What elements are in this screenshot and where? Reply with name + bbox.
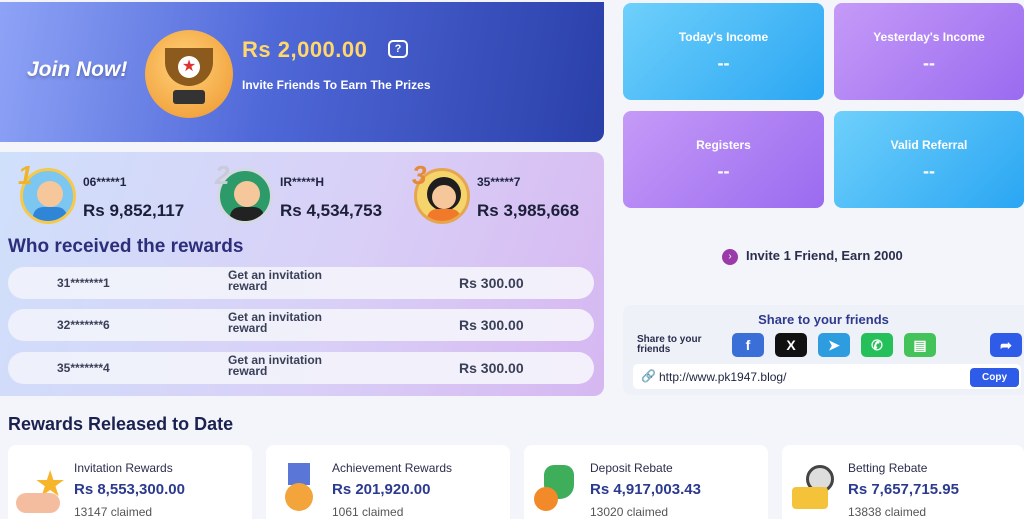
money-bag-icon bbox=[530, 463, 584, 519]
reward-card-claimed: 13020 claimed bbox=[590, 505, 669, 519]
rank-badge: 3 bbox=[412, 160, 427, 190]
leader-name: IR*****H bbox=[280, 175, 325, 189]
stat-card-registers: Registers -- bbox=[623, 111, 824, 208]
reward-card-claimed: 13147 claimed bbox=[74, 505, 153, 519]
reward-desc: Get an invitation reward bbox=[228, 310, 323, 335]
share-title: Share to your friends bbox=[758, 312, 889, 327]
trophy-icon: ★ bbox=[145, 30, 233, 118]
telegram-icon[interactable]: ➤ bbox=[818, 333, 850, 357]
stat-value: -- bbox=[717, 161, 730, 181]
rewards-released-title: Rewards Released to Date bbox=[8, 414, 234, 434]
reward-card-invitation: ★ Invitation Rewards Rs 8,553,300.00 131… bbox=[8, 445, 252, 519]
list-item: 35*******4 Get an invitation reward Rs 3… bbox=[8, 352, 594, 384]
leader-name: 35*****7 bbox=[477, 175, 521, 189]
stat-label: Valid Referral bbox=[890, 138, 968, 152]
reward-amount: Rs 300.00 bbox=[459, 360, 524, 376]
stat-label: Today's Income bbox=[678, 30, 769, 44]
star-hand-icon: ★ bbox=[14, 463, 68, 519]
reward-card-title: Betting Rebate bbox=[848, 461, 928, 475]
reward-card-title: Achievement Rewards bbox=[332, 461, 453, 475]
reward-card-achievement: Achievement Rewards Rs 201,920.00 1061 c… bbox=[266, 445, 510, 519]
medal-icon bbox=[272, 463, 326, 519]
stat-value: -- bbox=[923, 53, 935, 73]
sms-icon[interactable]: ▤ bbox=[904, 333, 936, 357]
x-icon[interactable]: X bbox=[775, 333, 807, 357]
share-label: Share to your friends bbox=[637, 334, 702, 355]
reward-card-amount: Rs 4,917,003.43 bbox=[590, 481, 701, 498]
rank-badge: 1 bbox=[18, 160, 33, 190]
reward-card-amount: Rs 201,920.00 bbox=[332, 481, 431, 498]
reward-desc: Get an invitation reward bbox=[228, 353, 323, 378]
share-icon[interactable]: ➦ bbox=[990, 333, 1022, 357]
reward-card-claimed: 13838 claimed bbox=[848, 505, 927, 519]
stat-label: Registers bbox=[696, 138, 751, 152]
who-received-title: Who received the rewards bbox=[8, 236, 244, 257]
reward-card-title: Invitation Rewards bbox=[74, 461, 173, 475]
copy-button[interactable]: Copy bbox=[970, 368, 1019, 387]
reward-user: 35*******4 bbox=[57, 361, 110, 375]
reward-user: 32*******6 bbox=[57, 318, 110, 332]
reward-card-deposit: Deposit Rebate Rs 4,917,003.43 13020 cla… bbox=[524, 445, 768, 519]
star-icon: ★ bbox=[178, 56, 200, 78]
reward-card-betting: Betting Rebate Rs 7,657,715.95 13838 cla… bbox=[782, 445, 1024, 519]
leader-name: 06*****1 bbox=[83, 175, 127, 189]
leader-amount: Rs 9,852,117 bbox=[83, 201, 185, 220]
reward-card-claimed: 1061 claimed bbox=[332, 505, 404, 519]
reward-card-amount: Rs 7,657,715.95 bbox=[848, 481, 959, 498]
stat-value: -- bbox=[717, 53, 730, 73]
reward-desc: Get an invitation reward bbox=[228, 268, 323, 293]
stat-label: Yesterday's Income bbox=[873, 30, 985, 44]
leader-amount: Rs 4,534,753 bbox=[280, 201, 383, 220]
link-icon: 🔗 bbox=[641, 369, 656, 383]
stat-card-valid-referral: Valid Referral -- bbox=[834, 111, 1024, 208]
rank-badge: 2 bbox=[215, 160, 230, 190]
list-item: 32*******6 Get an invitation reward Rs 3… bbox=[8, 309, 594, 341]
chevron-right-icon: › bbox=[722, 249, 738, 265]
prize-amount: Rs 2,000.00 bbox=[242, 37, 368, 62]
whatsapp-icon[interactable]: ✆ bbox=[861, 333, 893, 357]
leader-amount: Rs 3,985,668 bbox=[477, 201, 580, 220]
reward-amount: Rs 300.00 bbox=[459, 317, 524, 333]
reward-amount: Rs 300.00 bbox=[459, 275, 524, 291]
reward-card-amount: Rs 8,553,300.00 bbox=[74, 481, 185, 498]
facebook-icon[interactable]: f bbox=[732, 333, 764, 357]
stat-card-yesterday: Yesterday's Income -- bbox=[834, 3, 1024, 100]
reward-user: 31*******1 bbox=[57, 276, 110, 290]
stat-value: -- bbox=[923, 161, 935, 181]
referral-url[interactable]: http://www.pk1947.blog/ bbox=[659, 370, 786, 384]
reward-card-title: Deposit Rebate bbox=[590, 461, 673, 475]
list-item: 31*******1 Get an invitation reward Rs 3… bbox=[8, 267, 594, 299]
coins-ball-icon bbox=[788, 463, 842, 519]
stat-card-today: Today's Income -- bbox=[623, 3, 824, 100]
trophy-base bbox=[173, 90, 205, 104]
invite-friends-text: Invite Friends To Earn The Prizes bbox=[242, 78, 431, 92]
invite-earn-text: Invite 1 Friend, Earn 2000 bbox=[746, 248, 903, 263]
help-icon[interactable]: ? bbox=[388, 40, 408, 58]
join-now-text[interactable]: Join Now! bbox=[27, 58, 127, 82]
